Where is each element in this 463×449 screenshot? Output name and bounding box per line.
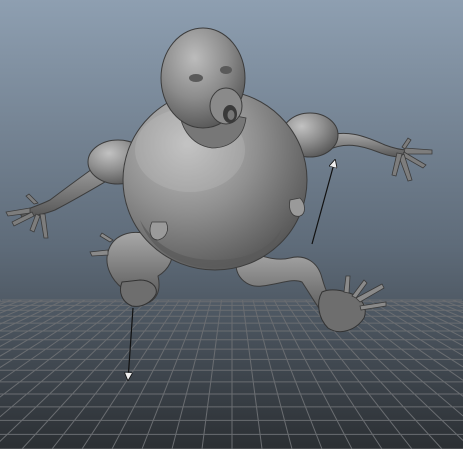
3d-viewport[interactable] bbox=[0, 0, 463, 449]
left-eye-socket bbox=[189, 74, 203, 82]
right-eye-socket bbox=[220, 66, 232, 74]
mouth-inner bbox=[227, 110, 235, 120]
viewport-canvas[interactable] bbox=[0, 0, 463, 449]
